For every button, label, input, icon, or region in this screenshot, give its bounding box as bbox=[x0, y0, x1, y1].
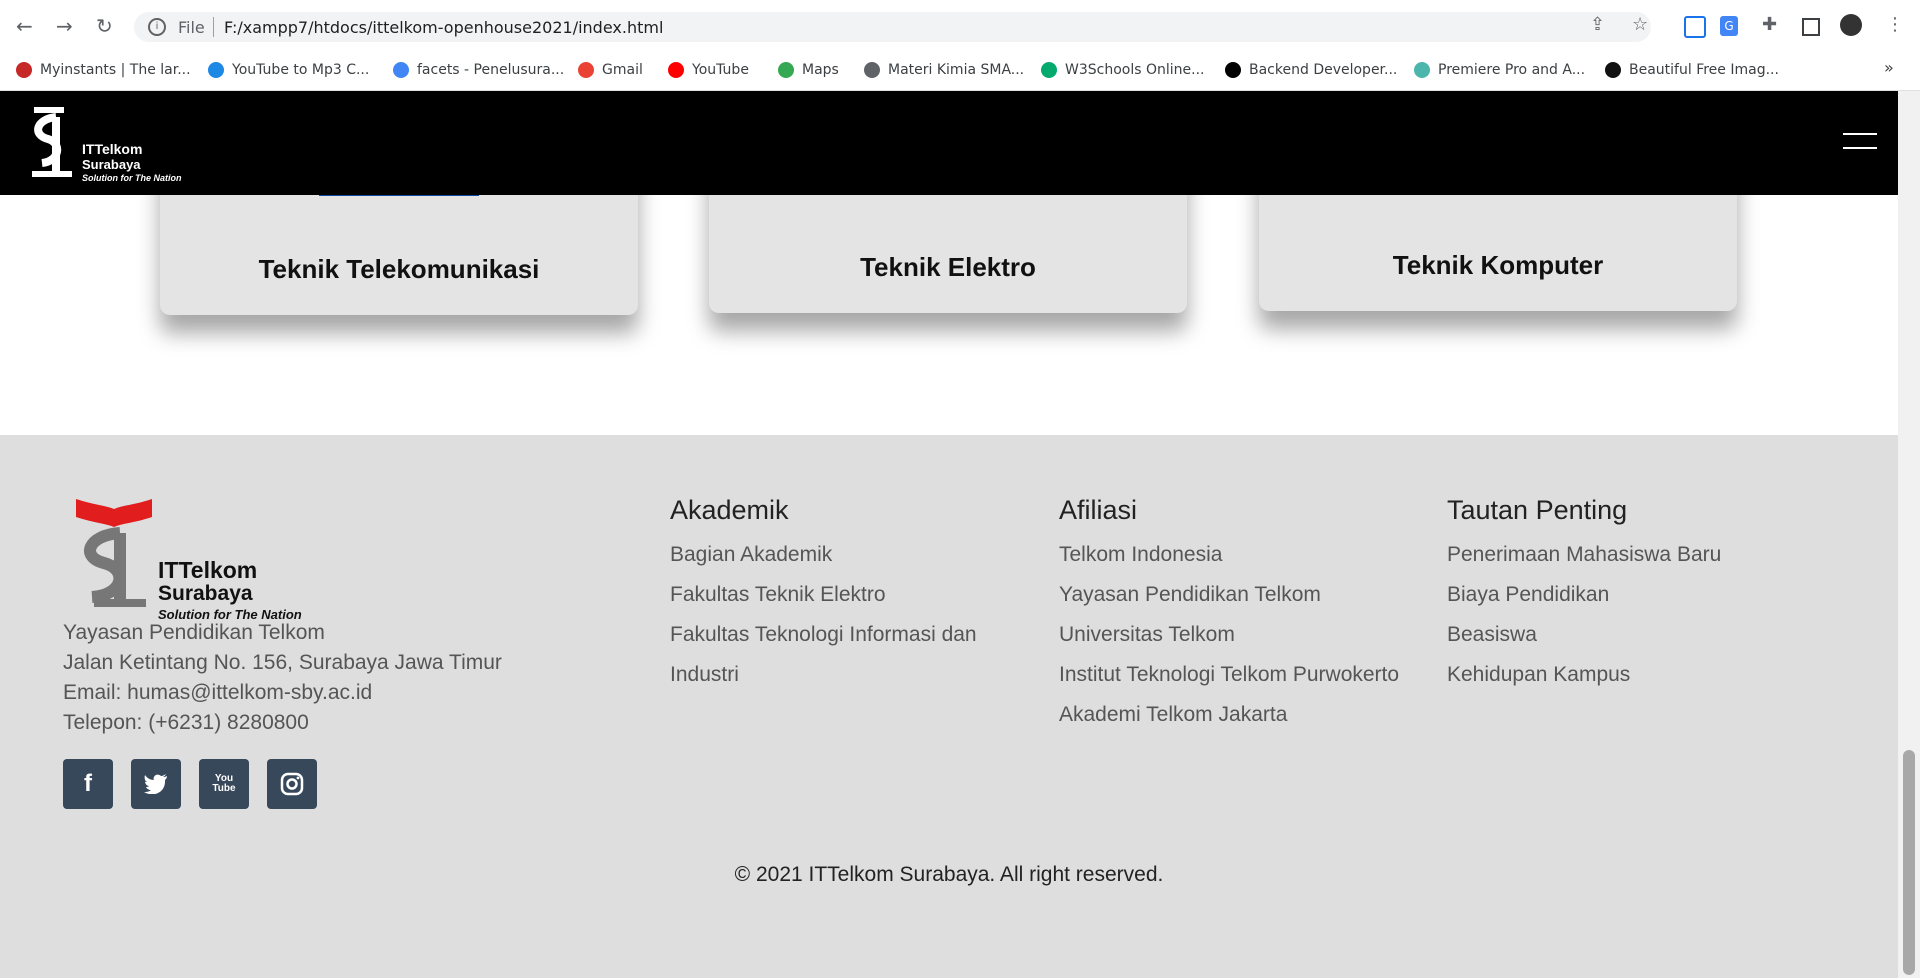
footer-col-title-tautan-penting: Tautan Penting bbox=[1447, 495, 1628, 525]
extension-icon[interactable] bbox=[1684, 16, 1706, 38]
logo-text-line2: Surabaya bbox=[82, 157, 141, 172]
phone-line: Telepon: (+6231) 8280800 bbox=[63, 711, 309, 734]
bookmark-item[interactable]: W3Schools Online... bbox=[1041, 62, 1204, 78]
copyright-text: © 2021 ITTelkom Surabaya. All right rese… bbox=[734, 863, 1164, 886]
footer-link[interactable]: Yayasan Pendidikan Telkom bbox=[1059, 583, 1321, 607]
bookmark-label: Beautiful Free Imag... bbox=[1629, 62, 1779, 78]
bookmark-label: Gmail bbox=[602, 62, 643, 78]
bookmark-item[interactable]: Gmail bbox=[578, 62, 643, 78]
footer-link[interactable]: Biaya Pendidikan bbox=[1447, 583, 1609, 607]
bookmark-label: YouTube bbox=[692, 62, 749, 78]
footer-col-title-afiliasi: Afiliasi bbox=[1059, 495, 1138, 525]
footer-link[interactable]: Universitas Telkom bbox=[1059, 623, 1235, 647]
share-icon[interactable]: ⇪ bbox=[1590, 14, 1605, 35]
email-line: Email: humas@ittelkom-sby.ac.id bbox=[63, 681, 373, 704]
maps-icon bbox=[778, 62, 794, 78]
card-title: Teknik Elektro bbox=[860, 252, 1036, 282]
info-icon[interactable]: i bbox=[148, 18, 166, 36]
file-label: File bbox=[178, 18, 205, 37]
logo-tagline: Solution for The Nation bbox=[82, 173, 182, 183]
bookmark-item[interactable]: Premiere Pro and A... bbox=[1414, 62, 1585, 78]
more-bookmarks-icon[interactable]: » bbox=[1884, 58, 1894, 77]
site-logo-icon[interactable] bbox=[26, 105, 82, 181]
address-divider bbox=[213, 17, 214, 37]
footer-logo-icon[interactable] bbox=[74, 499, 154, 609]
logo-text-line1: ITTelkom bbox=[82, 141, 143, 157]
url-text[interactable]: F:/xampp7/htdocs/ittelkom-openhouse2021/… bbox=[224, 18, 663, 37]
bookmark-item[interactable]: Myinstants | The lar... bbox=[16, 62, 191, 78]
bookmark-label: Premiere Pro and A... bbox=[1438, 62, 1586, 78]
myinstants-icon bbox=[16, 62, 32, 78]
star-icon[interactable]: ☆ bbox=[1632, 14, 1648, 35]
footer-link[interactable]: Institut Teknologi Telkom Purwokerto bbox=[1059, 663, 1399, 687]
bookmark-label: W3Schools Online... bbox=[1065, 62, 1205, 78]
avatar[interactable] bbox=[1840, 14, 1862, 36]
bookmark-item[interactable]: YouTube bbox=[668, 62, 749, 78]
bookmark-label: Maps bbox=[802, 62, 839, 78]
download-cloud-icon bbox=[208, 62, 224, 78]
youtube-icon[interactable]: You Tube bbox=[199, 759, 249, 809]
youtube-icon bbox=[668, 62, 684, 78]
forward-icon[interactable]: → bbox=[56, 14, 73, 38]
motion-icon bbox=[1414, 62, 1430, 78]
roadmap-icon bbox=[1225, 62, 1241, 78]
footer-link[interactable]: Fakultas Teknik Elektro bbox=[670, 583, 886, 607]
footer-col-title-akademik: Akademik bbox=[670, 495, 789, 525]
footer-link[interactable]: Akademi Telkom Jakarta bbox=[1059, 703, 1287, 727]
bookmark-item[interactable]: YouTube to Mp3 C... bbox=[208, 62, 369, 78]
instagram-icon[interactable] bbox=[267, 759, 317, 809]
facebook-icon[interactable]: f bbox=[63, 759, 113, 809]
page-viewport: ITTelkom Surabaya Solution for The Natio… bbox=[0, 91, 1898, 978]
bookmark-item[interactable]: Beautiful Free Imag... bbox=[1605, 62, 1779, 78]
footer-link[interactable]: Kehidupan Kampus bbox=[1447, 663, 1630, 687]
footer-logo-line1: ITTelkom bbox=[158, 557, 258, 583]
site-navbar: ITTelkom Surabaya Solution for The Natio… bbox=[0, 91, 1898, 195]
side-panel-icon[interactable] bbox=[1802, 18, 1820, 36]
bookmark-item[interactable]: Backend Developer... bbox=[1225, 62, 1397, 78]
puzzle-icon[interactable]: ✚ bbox=[1762, 14, 1777, 35]
back-icon[interactable]: ← bbox=[16, 14, 33, 38]
footer-link[interactable]: Penerimaan Mahasiswa Baru bbox=[1447, 543, 1721, 567]
address-line: Jalan Ketintang No. 156, Surabaya Jawa T… bbox=[63, 651, 502, 674]
footer-link[interactable]: Fakultas Teknologi Informasi dan bbox=[670, 623, 977, 647]
footer-link[interactable]: Beasiswa bbox=[1447, 623, 1537, 647]
scrollbar-thumb[interactable] bbox=[1903, 750, 1915, 975]
card-title: Teknik Telekomunikasi bbox=[258, 254, 540, 284]
bookmark-label: Myinstants | The lar... bbox=[40, 62, 191, 78]
unsplash-icon bbox=[1605, 62, 1621, 78]
globe-icon bbox=[864, 62, 880, 78]
card-title: Teknik Komputer bbox=[1392, 250, 1604, 280]
footer-link[interactable]: Bagian Akademik bbox=[670, 543, 832, 567]
menu-dots-icon[interactable]: ⋮ bbox=[1886, 14, 1904, 35]
hamburger-menu-icon[interactable] bbox=[1843, 131, 1877, 151]
bookmark-label: YouTube to Mp3 C... bbox=[232, 62, 370, 78]
translate-icon[interactable]: G bbox=[1720, 16, 1738, 36]
site-footer: ITTelkom Surabaya Solution for The Natio… bbox=[0, 435, 1898, 978]
bookmark-item[interactable]: facets - Penelusura... bbox=[393, 62, 564, 78]
bookmark-item[interactable]: Maps bbox=[778, 62, 839, 78]
footer-logo-tagline: Solution for The Nation bbox=[158, 607, 302, 622]
address-line: Yayasan Pendidikan Telkom bbox=[63, 621, 325, 644]
footer-link[interactable]: Industri bbox=[670, 663, 739, 687]
w3schools-icon bbox=[1041, 62, 1057, 78]
footer-logo-line2: Surabaya bbox=[158, 582, 253, 605]
bookmark-label: Backend Developer... bbox=[1249, 62, 1398, 78]
twitter-icon[interactable] bbox=[131, 759, 181, 809]
gmail-icon bbox=[578, 62, 594, 78]
bookmark-label: facets - Penelusura... bbox=[417, 62, 565, 78]
footer-link[interactable]: Telkom Indonesia bbox=[1059, 543, 1222, 567]
bookmark-label: Materi Kimia SMA... bbox=[888, 62, 1025, 78]
bookmark-item[interactable]: Materi Kimia SMA... bbox=[864, 62, 1024, 78]
reload-icon[interactable]: ↻ bbox=[96, 14, 113, 38]
google-icon bbox=[393, 62, 409, 78]
